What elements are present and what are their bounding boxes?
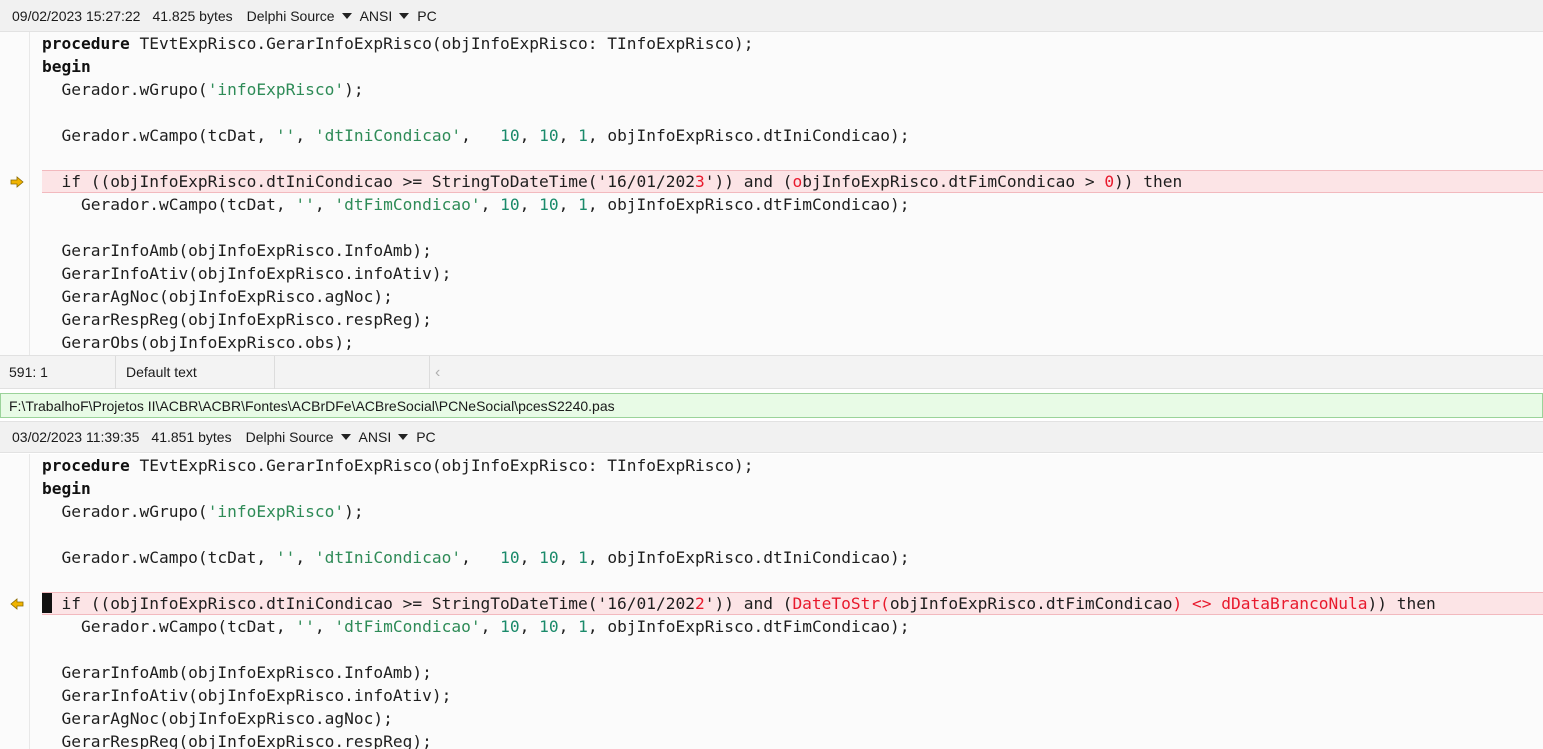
chevron-down-icon xyxy=(398,434,409,440)
scroll-left-icon[interactable]: ‹ xyxy=(430,356,450,389)
bottom-line-ending: PC xyxy=(416,429,436,445)
top-pane-header: 09/02/2023 15:27:22 41.825 bytes Delphi … xyxy=(0,0,1543,32)
code-line: GerarAgNoc(objInfoExpRisco.agNoc); xyxy=(42,287,393,306)
code-line: GerarRespReg(objInfoExpRisco.respReg); xyxy=(42,310,432,329)
code-line: Gerador.wCampo(tcDat, '', 'dtFimCondicao… xyxy=(42,195,910,214)
diff-code-line: if ((objInfoExpRisco.dtIniCondicao >= St… xyxy=(42,594,1436,613)
status-bar: 591: 1 Default text ‹ xyxy=(0,355,1543,389)
bottom-encoding-dropdown[interactable]: ANSI xyxy=(359,429,409,445)
code-line: GerarRespReg(objInfoExpRisco.respReg); xyxy=(42,732,432,749)
chevron-down-icon xyxy=(341,12,352,19)
bottom-syntax-dropdown[interactable]: Delphi Source xyxy=(246,429,351,445)
code-line: GerarInfoAmb(objInfoExpRisco.InfoAmb); xyxy=(42,663,432,682)
chevron-down-icon xyxy=(399,12,410,19)
code-line: procedure TEvtExpRisco.GerarInfoExpRisco… xyxy=(42,34,754,53)
code-line: procedure TEvtExpRisco.GerarInfoExpRisco… xyxy=(42,456,754,475)
top-code-editor[interactable]: procedure TEvtExpRisco.GerarInfoExpRisco… xyxy=(0,32,1543,355)
gutter-divider xyxy=(29,454,30,749)
cursor-position: 591: 1 xyxy=(0,356,116,389)
bottom-code-editor[interactable]: procedure TEvtExpRisco.GerarInfoExpRisco… xyxy=(0,454,1543,749)
code-line: Gerador.wGrupo('infoExpRisco'); xyxy=(42,80,364,99)
code-line: GerarAgNoc(objInfoExpRisco.agNoc); xyxy=(42,709,393,728)
top-encoding-dropdown[interactable]: ANSI xyxy=(360,8,410,24)
code-line: Gerador.wCampo(tcDat, '', 'dtFimCondicao… xyxy=(42,617,910,636)
top-file-size: 41.825 bytes xyxy=(152,7,233,24)
code-line: Gerador.wGrupo('infoExpRisco'); xyxy=(42,502,364,521)
top-line-ending: PC xyxy=(417,7,437,24)
chevron-down-icon xyxy=(340,434,351,440)
status-empty-segment xyxy=(275,356,430,389)
code-line: GerarInfoAmb(objInfoExpRisco.InfoAmb); xyxy=(42,241,432,260)
code-line: GerarObs(objInfoExpRisco.obs); xyxy=(42,333,354,352)
bottom-file-size: 41.851 bytes xyxy=(151,429,232,445)
code-line: begin xyxy=(42,479,91,498)
diff-code-line: if ((objInfoExpRisco.dtIniCondicao >= St… xyxy=(42,172,1183,191)
highlight-mode[interactable]: Default text xyxy=(116,356,275,389)
arrow-right-icon xyxy=(10,176,24,188)
bottom-syntax-label: Delphi Source xyxy=(245,429,334,445)
code-line: Gerador.wCampo(tcDat, '', 'dtIniCondicao… xyxy=(42,126,910,145)
bottom-encoding-label: ANSI xyxy=(358,429,392,445)
top-syntax-label: Delphi Source xyxy=(246,7,335,24)
bottom-pane-header: 03/02/2023 11:39:35 41.851 bytes Delphi … xyxy=(0,421,1543,453)
code-line: GerarInfoAtiv(objInfoExpRisco.infoAtiv); xyxy=(42,264,452,283)
code-line: GerarInfoAtiv(objInfoExpRisco.infoAtiv); xyxy=(42,686,452,705)
top-file-datetime: 09/02/2023 15:27:22 xyxy=(12,7,141,24)
gutter-divider xyxy=(29,32,30,355)
code-line: begin xyxy=(42,57,91,76)
top-syntax-dropdown[interactable]: Delphi Source xyxy=(247,8,352,24)
arrow-left-icon xyxy=(10,598,24,610)
code-line: Gerador.wCampo(tcDat, '', 'dtIniCondicao… xyxy=(42,548,910,567)
top-encoding-label: ANSI xyxy=(359,7,393,24)
file-path-bar: F:\TrabalhoF\Projetos II\ACBR\ACBR\Fonte… xyxy=(0,393,1543,418)
bottom-file-datetime: 03/02/2023 11:39:35 xyxy=(12,429,140,445)
